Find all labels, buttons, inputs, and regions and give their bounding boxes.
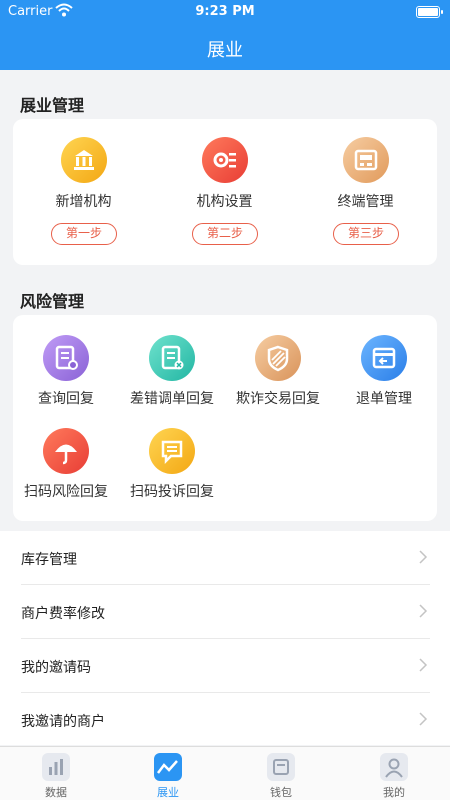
invited-merchants-row[interactable]: 我邀请的商户 [0, 693, 450, 747]
settings-list: 库存管理 商户费率修改 我的邀请码 我邀请的商户 [0, 531, 450, 745]
institution-settings-label: 机构设置 [196, 194, 253, 210]
fraud-transaction-reply-label: 欺诈交易回复 [236, 391, 320, 407]
scan-risk-reply-label: 扫码风险回复 [24, 484, 108, 500]
invite-code-row[interactable]: 我的邀请码 [0, 639, 450, 693]
status-time: 9:23 PM [195, 4, 255, 19]
merchant-rate-label: 商户费率修改 [21, 606, 105, 622]
error-order-reply-item[interactable]: 差错调单回复 [119, 335, 225, 425]
step-badge: 第一步 [51, 223, 117, 245]
add-institution-item[interactable]: 新增机构 第一步 [13, 119, 154, 265]
tab-label: 钱包 [270, 786, 292, 799]
tab-label: 我的 [383, 786, 405, 799]
zhanye-card: 新增机构 第一步 机构设置 第二步 终端管理 第三步 [13, 119, 437, 265]
battery-icon [416, 6, 443, 18]
wallet-icon [267, 753, 295, 781]
scan-risk-reply-item[interactable]: 扫码风险回复 [13, 428, 119, 518]
bar-chart-icon [42, 753, 70, 781]
shield-icon [255, 335, 301, 381]
invite-code-label: 我的邀请码 [21, 660, 91, 676]
query-reply-item[interactable]: 查询回复 [13, 335, 119, 425]
refund-management-item[interactable]: 退单管理 [331, 335, 437, 425]
institution-settings-item[interactable]: 机构设置 第二步 [154, 119, 295, 265]
inventory-management-row[interactable]: 库存管理 [0, 531, 450, 585]
tab-wallet[interactable]: 钱包 [225, 747, 337, 800]
scan-complaint-reply-item[interactable]: 扫码投诉回复 [119, 428, 225, 518]
fraud-transaction-reply-item[interactable]: 欺诈交易回复 [225, 335, 331, 425]
terminal-management-item[interactable]: 终端管理 第三步 [295, 119, 436, 265]
refund-icon [361, 335, 407, 381]
tab-label: 数据 [45, 786, 67, 799]
gear-settings-icon [202, 137, 248, 183]
bank-icon [61, 137, 107, 183]
pos-terminal-icon [343, 137, 389, 183]
tab-mine[interactable]: 我的 [338, 747, 450, 800]
refund-management-label: 退单管理 [356, 391, 412, 407]
step-badge: 第二步 [192, 223, 258, 245]
user-icon [380, 753, 408, 781]
query-reply-label: 查询回复 [38, 391, 94, 407]
merchant-rate-row[interactable]: 商户费率修改 [0, 585, 450, 639]
trend-icon [154, 753, 182, 781]
chevron-right-icon [419, 658, 428, 672]
status-bar: Carrier 9:23 PM [0, 0, 450, 24]
inventory-management-label: 库存管理 [21, 552, 77, 568]
error-doc-icon [149, 335, 195, 381]
step-badge: 第三步 [333, 223, 399, 245]
chevron-right-icon [419, 604, 428, 618]
tab-zhanye[interactable]: 展业 [112, 747, 224, 800]
chevron-right-icon [419, 712, 428, 726]
query-doc-icon [43, 335, 89, 381]
fengxian-section-title: 风险管理 [20, 292, 85, 311]
scan-complaint-reply-label: 扫码投诉回复 [130, 484, 214, 500]
error-order-reply-label: 差错调单回复 [130, 391, 214, 407]
add-institution-label: 新增机构 [55, 194, 112, 210]
tab-bar: 数据 展业 钱包 我的 [0, 746, 450, 800]
fengxian-card: 查询回复 差错调单回复 欺诈交易回复 退单管理 扫码风险回复 扫码投诉回复 [13, 315, 437, 521]
invited-merchants-label: 我邀请的商户 [21, 714, 105, 730]
chevron-right-icon [419, 550, 428, 564]
umbrella-icon [43, 428, 89, 474]
top-bar: Carrier 9:23 PM 展业 [0, 0, 450, 70]
tab-label: 展业 [157, 786, 179, 799]
tab-data[interactable]: 数据 [0, 747, 112, 800]
page-title: 展业 [207, 40, 243, 61]
terminal-management-label: 终端管理 [337, 194, 394, 210]
zhanye-section-title: 展业管理 [20, 96, 85, 115]
message-icon [149, 428, 195, 474]
